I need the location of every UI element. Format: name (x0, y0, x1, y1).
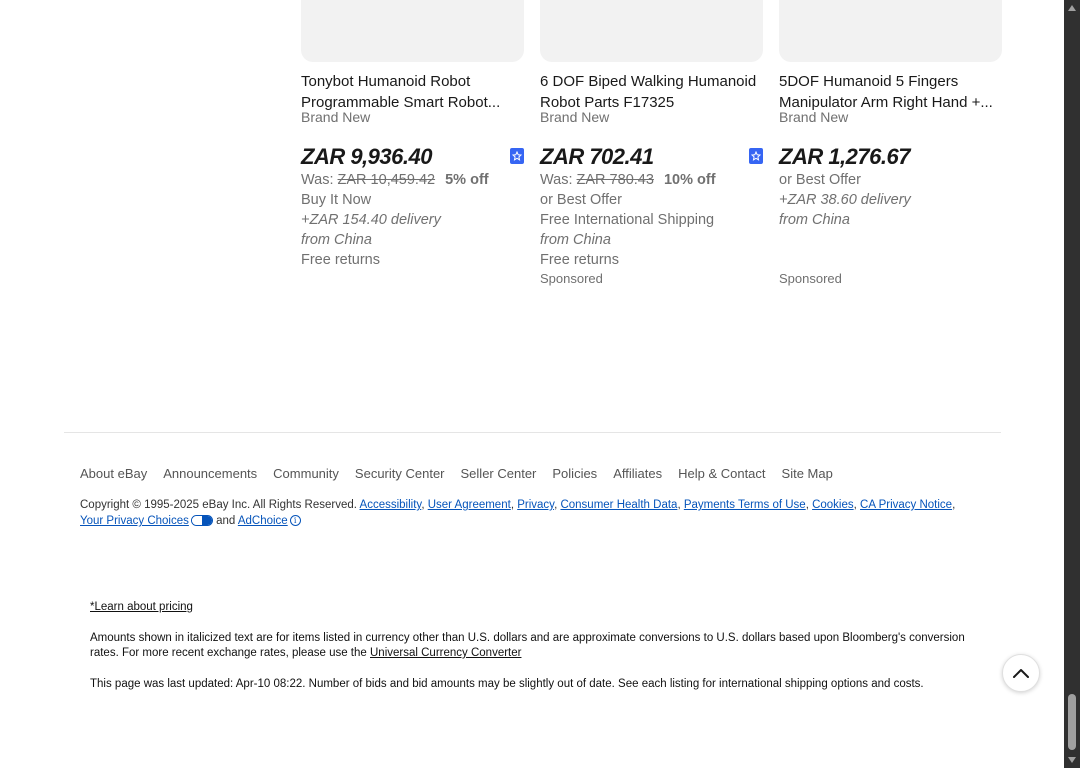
vertical-scrollbar[interactable] (1064, 0, 1080, 768)
watch-star-icon[interactable] (510, 148, 524, 164)
product-image[interactable] (540, 0, 763, 62)
product-card[interactable]: Tonybot Humanoid Robot Programmable Smar… (301, 0, 524, 270)
was-price: ZAR 780.43 (576, 172, 654, 188)
consumer-health-link[interactable]: Consumer Health Data (560, 499, 677, 511)
product-title-line: Tonybot Humanoid Robot (301, 73, 471, 90)
returns-info: Free returns (540, 252, 619, 268)
product-title[interactable]: Tonybot Humanoid Robot Programmable Smar… (301, 71, 524, 113)
buy-format: Buy It Now (301, 192, 372, 208)
footer-nav: About eBay Announcements Community Secur… (80, 466, 849, 481)
product-image[interactable] (779, 0, 1002, 62)
footer-link-affiliates[interactable]: Affiliates (613, 466, 662, 481)
was-price-row: Was: ZAR 10,459.42 5% off (301, 170, 524, 190)
footer-link-seller-center[interactable]: Seller Center (461, 466, 537, 481)
footer-link-announcements[interactable]: Announcements (163, 466, 257, 481)
buy-format: or Best Offer (540, 192, 622, 208)
product-card[interactable]: 6 DOF Biped Walking Humanoid Robot Parts… (540, 0, 763, 270)
payments-terms-link[interactable]: Payments Terms of Use (684, 499, 806, 511)
shipping-cost: +ZAR 38.60 delivery (779, 192, 911, 208)
adchoice-link[interactable]: AdChoice i (238, 515, 301, 527)
product-title-line: 5DOF Humanoid 5 Fingers (779, 73, 959, 90)
pricing-disclaimer: *Learn about pricing Amounts shown in it… (90, 600, 970, 708)
chevron-up-icon (1013, 669, 1029, 678)
privacy-toggle-icon (190, 515, 213, 527)
footer-link-help-contact[interactable]: Help & Contact (678, 466, 765, 481)
product-title-line: 6 DOF Biped Walking Humanoid (540, 73, 757, 90)
product-card[interactable]: 5DOF Humanoid 5 Fingers Manipulator Arm … (779, 0, 1002, 230)
was-price-row: Was: ZAR 780.43 10% off (540, 170, 763, 190)
and-text: and (216, 515, 236, 527)
last-updated-text: This page was last updated: Apr-10 08:22… (90, 678, 924, 690)
cookies-link[interactable]: Cookies (812, 499, 854, 511)
adchoice-label: AdChoice (237, 515, 288, 527)
footer-link-community[interactable]: Community (273, 466, 339, 481)
sponsored-label: Sponsored (540, 271, 603, 286)
product-price: ZAR 1,276.67 (779, 144, 910, 169)
product-price: ZAR 702.41 (540, 144, 654, 169)
privacy-choices-link[interactable]: Your Privacy Choices (80, 515, 213, 527)
product-price: ZAR 9,936.40 (301, 144, 432, 169)
discount-label: 10% off (663, 172, 716, 188)
shipping-cost: Free International Shipping (540, 212, 715, 228)
footer-divider (64, 432, 1001, 433)
was-label: Was: (301, 172, 334, 188)
product-title[interactable]: 6 DOF Biped Walking Humanoid Robot Parts… (540, 71, 763, 113)
user-agreement-link[interactable]: User Agreement (428, 499, 511, 511)
privacy-choices-label: Your Privacy Choices (80, 515, 189, 527)
scroll-down-arrow-icon[interactable] (1064, 752, 1080, 768)
item-location: from China (301, 232, 372, 248)
scrollbar-thumb[interactable] (1068, 694, 1076, 750)
returns-info: Free returns (301, 252, 380, 268)
info-icon: i (289, 515, 301, 527)
footer-link-site-map[interactable]: Site Map (782, 466, 833, 481)
product-title[interactable]: 5DOF Humanoid 5 Fingers Manipulator Arm … (779, 71, 1002, 113)
watch-star-icon[interactable] (749, 148, 763, 164)
footer-link-about[interactable]: About eBay (80, 466, 147, 481)
footer-link-security-center[interactable]: Security Center (355, 466, 445, 481)
amounts-text: Amounts shown in italicized text are for… (90, 632, 965, 659)
discount-label: 5% off (445, 172, 489, 188)
sponsored-label: Sponsored (779, 271, 842, 286)
ca-privacy-link[interactable]: CA Privacy Notice (860, 499, 952, 511)
was-label: Was: (540, 172, 573, 188)
page-viewport: Tonybot Humanoid Robot Programmable Smar… (0, 0, 1064, 768)
buy-format: or Best Offer (779, 172, 861, 188)
currency-converter-link[interactable]: Universal Currency Converter (370, 647, 521, 659)
learn-pricing-link[interactable]: *Learn about pricing (90, 601, 193, 613)
item-location: from China (540, 232, 611, 248)
copyright-text: Copyright © 1995-2025 eBay Inc. All Righ… (80, 499, 357, 511)
back-to-top-button[interactable] (1002, 654, 1040, 692)
was-price: ZAR 10,459.42 (337, 172, 436, 188)
scroll-up-arrow-icon[interactable] (1064, 0, 1080, 16)
item-location: from China (779, 212, 850, 228)
product-image[interactable] (301, 0, 524, 62)
accessibility-link[interactable]: Accessibility (360, 499, 422, 511)
footer-link-policies[interactable]: Policies (552, 466, 597, 481)
shipping-cost: +ZAR 154.40 delivery (301, 212, 441, 228)
privacy-link[interactable]: Privacy (517, 499, 554, 511)
copyright-notice: Copyright © 1995-2025 eBay Inc. All Righ… (80, 499, 956, 527)
